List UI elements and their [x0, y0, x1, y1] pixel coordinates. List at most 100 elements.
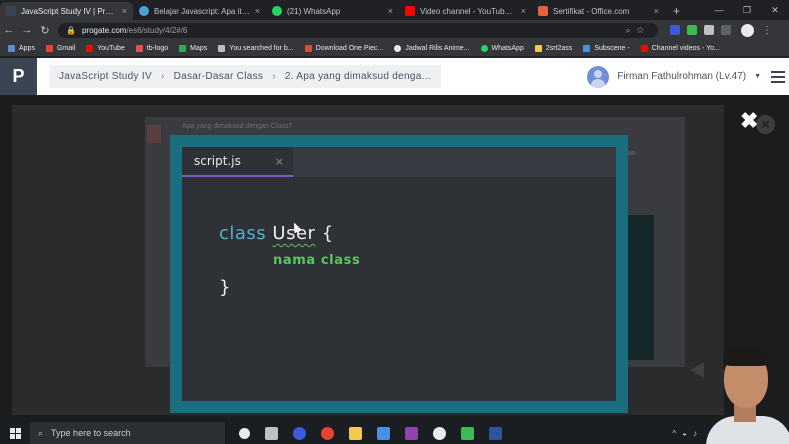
youtube-icon: [640, 44, 648, 52]
code-content: class User { nama class }: [219, 223, 360, 298]
breadcrumb-lesson[interactable]: 2. Apa yang dimaksud denga...: [285, 71, 431, 82]
bookmark-icon: [218, 44, 226, 52]
browser-tab-office[interactable]: Sertifikat - Office.com ×: [532, 2, 665, 20]
lock-icon: 🔒: [66, 25, 76, 35]
close-tab-icon[interactable]: ×: [654, 6, 659, 16]
bookmark-youtube[interactable]: YouTube: [86, 44, 125, 52]
volume-icon[interactable]: ♪: [693, 429, 697, 438]
extension-icon[interactable]: [687, 25, 697, 35]
bookmark-maps[interactable]: Maps: [179, 44, 208, 52]
webcam-presenter: [702, 344, 789, 444]
app-icon[interactable]: [377, 426, 390, 440]
youtube-favicon-icon: [405, 6, 415, 16]
app-icon[interactable]: [293, 426, 306, 440]
hamburger-menu-icon[interactable]: [771, 70, 785, 83]
screen: JavaScript Study IV | Progate × Belajar …: [0, 0, 789, 444]
window-controls: — ❐ ✕: [705, 0, 789, 20]
code-keyword: class: [219, 223, 267, 244]
app-icon[interactable]: [405, 426, 418, 440]
tray-expand-icon[interactable]: ^: [672, 429, 676, 438]
bookmark-apps[interactable]: Apps: [8, 44, 35, 52]
bookmark-label: Download One Piec...: [315, 44, 384, 52]
taskbar-search-input[interactable]: ⌕ Type here to search: [30, 422, 225, 444]
minimize-button[interactable]: —: [705, 5, 733, 15]
app-icon[interactable]: [461, 426, 474, 440]
maximize-button[interactable]: ❐: [733, 5, 761, 16]
profile-avatar-icon[interactable]: [741, 23, 754, 37]
windows-logo-icon: [9, 427, 21, 439]
forward-arrow-icon[interactable]: →: [18, 24, 36, 36]
close-window-button[interactable]: ✕: [761, 5, 789, 16]
network-icon[interactable]: ◒: [682, 429, 687, 438]
browser-tab-youtube-studio[interactable]: Video channel - YouTube Studi ×: [399, 2, 532, 20]
chevron-right-icon: ›: [272, 71, 276, 82]
code-close-brace: }: [219, 277, 231, 298]
close-tab-icon[interactable]: ×: [255, 6, 260, 16]
bookmark-you-searched[interactable]: You searched for b...: [218, 44, 294, 52]
bookmark-subscene[interactable]: Subscene -: [583, 44, 630, 52]
bookmark-icon: [534, 44, 542, 52]
avatar: [587, 65, 610, 88]
back-arrow-icon[interactable]: ←: [0, 24, 18, 36]
bookmark-label: Channel videos - Yo...: [651, 44, 720, 52]
browser-menu-icon[interactable]: ⋮: [762, 25, 772, 36]
tab-title: JavaScript Study IV | Progate: [21, 6, 118, 16]
bookmark-2srt2ass[interactable]: 2srt2ass: [534, 44, 573, 52]
lesson-question-text: Apa yang dimaksud dengan Class?: [182, 123, 293, 130]
url-input[interactable]: 🔒 progate.com /es6/study/4/2#/6 ⌕☆: [58, 22, 658, 38]
bookmark-label: Maps: [190, 44, 208, 52]
file-tab-script-js[interactable]: script.js ×: [182, 147, 293, 177]
close-file-tab-icon[interactable]: ×: [275, 155, 284, 168]
breadcrumb-course[interactable]: JavaScript Study IV: [59, 71, 152, 82]
extension-icon[interactable]: [670, 25, 680, 35]
search-icon: ⌕: [38, 427, 44, 438]
bookmark-download-one-piece[interactable]: Download One Piec...: [304, 44, 384, 52]
breadcrumb-chapter[interactable]: Dasar-Dasar Class: [174, 71, 264, 82]
extension-icon[interactable]: [704, 25, 714, 35]
close-modal-button[interactable]: ✖: [740, 110, 758, 132]
bookmark-gmail[interactable]: Gmail: [45, 44, 75, 52]
start-button[interactable]: [0, 427, 30, 439]
bookmark-ribbon-icon: [147, 125, 161, 143]
bookmarks-bar: Apps Gmail YouTube tb-logo Maps You sear…: [0, 40, 789, 57]
caret-down-icon: ▼: [754, 73, 761, 80]
bookmark-tb-logo[interactable]: tb-logo: [135, 44, 168, 52]
windows-taskbar: ⌕ Type here to search ^ ◒ ♪: [0, 422, 789, 444]
chrome-icon[interactable]: [321, 426, 334, 440]
browser-tab-whatsapp[interactable]: (21) WhatsApp ×: [266, 2, 399, 20]
close-tab-icon[interactable]: ×: [521, 6, 526, 16]
browser-tab-progate[interactable]: JavaScript Study IV | Progate ×: [0, 2, 133, 20]
new-tab-button[interactable]: +: [665, 2, 688, 20]
close-tab-icon[interactable]: ×: [122, 6, 127, 16]
bookmark-label: 2srt2ass: [545, 44, 573, 52]
browser-tab-belajar-javascript[interactable]: Belajar Javascript: Apa itu Obje ×: [133, 2, 266, 20]
omnibox-actions-icon[interactable]: ⌕☆: [626, 25, 650, 36]
file-tab-label: script.js: [194, 154, 241, 168]
word-icon[interactable]: [489, 426, 502, 440]
url-path: /es6/study/4/2#/6: [126, 25, 188, 35]
cortana-icon[interactable]: [239, 427, 250, 439]
user-menu[interactable]: Firman Fathulrohman (Lv.47) ▼: [587, 65, 761, 88]
browser-tab-strip: JavaScript Study IV | Progate × Belajar …: [0, 0, 789, 20]
extension-icon[interactable]: [721, 25, 731, 35]
progate-favicon-icon: [6, 6, 16, 16]
bookmark-whatsapp[interactable]: WhatsApp: [480, 44, 524, 52]
code-slide-modal: script.js × class User { nama class }: [170, 135, 628, 413]
globe-favicon-icon: [139, 6, 149, 16]
taskbar-pinned-apps: [239, 426, 502, 440]
progate-logo[interactable]: P: [0, 58, 37, 95]
tab-title: Video channel - YouTube Studi: [420, 6, 517, 16]
bookmark-label: YouTube: [97, 44, 125, 52]
obs-icon[interactable]: [433, 426, 446, 440]
close-tab-icon[interactable]: ×: [388, 6, 393, 16]
youtube-icon: [86, 44, 94, 52]
bookmark-label: Jadwal Rilis Anime...: [405, 44, 470, 52]
progate-header: P JavaScript Study IV › Dasar-Dasar Clas…: [0, 58, 789, 95]
bookmark-label: Subscene -: [594, 44, 630, 52]
task-view-icon[interactable]: [265, 426, 278, 440]
bookmark-channel-videos[interactable]: Channel videos - Yo...: [640, 44, 720, 52]
file-explorer-icon[interactable]: [349, 426, 362, 440]
bookmark-jadwal-rilis[interactable]: Jadwal Rilis Anime...: [394, 44, 470, 52]
reload-icon[interactable]: ↻: [36, 24, 54, 37]
bookmark-label: WhatsApp: [491, 44, 524, 52]
